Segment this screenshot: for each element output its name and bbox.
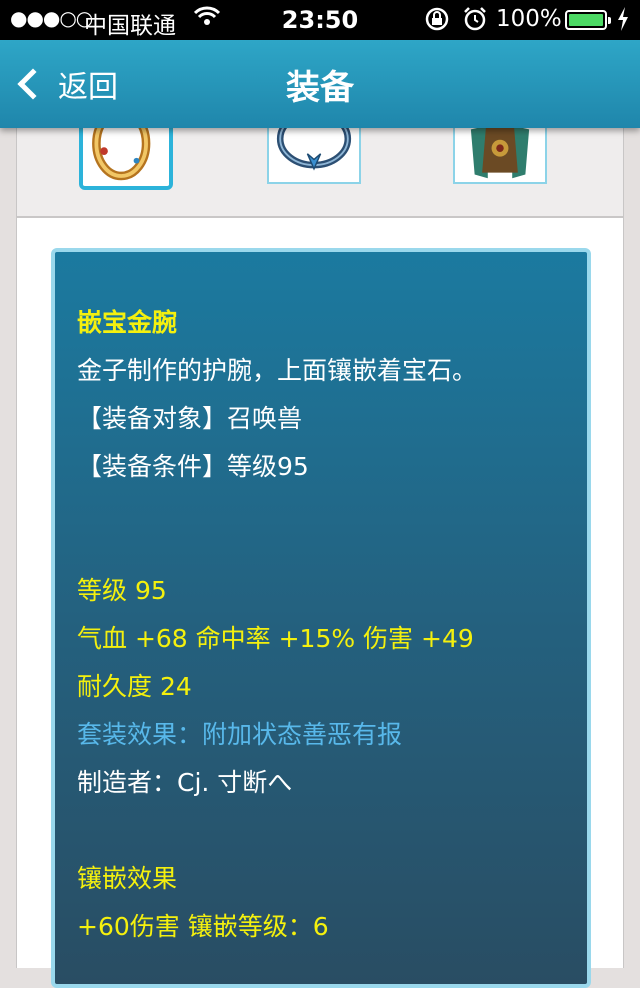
item-maker: 制造者：Cj. 寸断へ xyxy=(77,768,293,797)
armor-icon xyxy=(455,120,545,182)
inlay-detail: +60伤害 镶嵌等级：6 xyxy=(77,912,329,941)
item-requirement: 【装备条件】等级95 xyxy=(77,452,309,481)
page-title: 装备 xyxy=(286,68,354,108)
equipment-slot-strip xyxy=(17,118,623,218)
battery-icon xyxy=(565,10,611,30)
item-detail-card: 嵌宝金腕 金子制作的护腕，上面镶嵌着宝石。 【装备对象】召唤兽 【装备条件】等级… xyxy=(51,248,591,988)
item-stats: 气血 +68 命中率 +15% 伤害 +49 xyxy=(77,624,474,653)
navigation-bar: 返回 装备 xyxy=(0,40,640,128)
alarm-icon xyxy=(462,6,488,38)
battery-percent: 100% xyxy=(496,6,562,32)
charging-icon xyxy=(616,6,630,38)
rotation-lock-icon xyxy=(424,6,450,38)
equipment-panel: 嵌宝金腕 金子制作的护腕，上面镶嵌着宝石。 【装备对象】召唤兽 【装备条件】等级… xyxy=(16,118,624,988)
gold-bracelet-icon xyxy=(83,122,169,186)
status-bar: ●●●○○ 中国联通 23:50 100% xyxy=(0,0,640,40)
item-description: 金子制作的护腕，上面镶嵌着宝石。 xyxy=(77,356,478,385)
item-durability: 耐久度 24 xyxy=(77,672,192,701)
item-target: 【装备对象】召唤兽 xyxy=(77,404,303,433)
gem-ring-icon xyxy=(269,120,359,182)
item-name: 嵌宝金腕 xyxy=(77,308,178,337)
inlay-title: 镶嵌效果 xyxy=(77,864,178,893)
item-set-effect: 套装效果：附加状态善恶有报 xyxy=(77,720,403,749)
equipment-slot-1[interactable] xyxy=(79,118,173,190)
item-level: 等级 95 xyxy=(77,576,167,605)
